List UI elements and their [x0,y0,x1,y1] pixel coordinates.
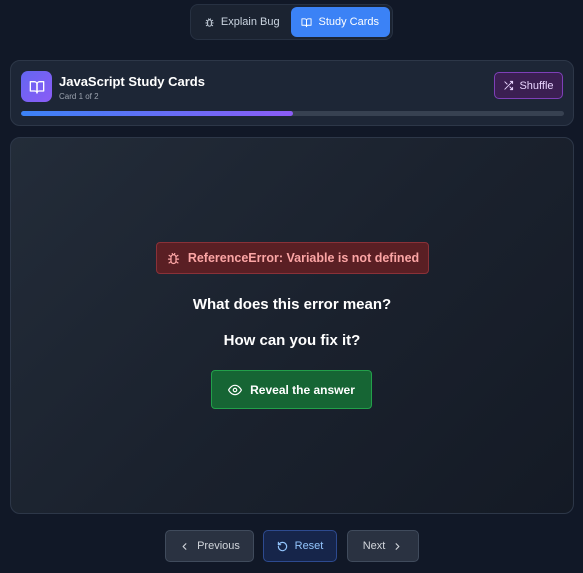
previous-button[interactable]: Previous [165,530,254,562]
question-line-1: What does this error mean? [192,296,392,313]
tab-explain-bug[interactable]: Explain Bug [193,7,291,37]
reveal-answer-button[interactable]: Reveal the answer [211,370,372,409]
shuffle-button[interactable]: Shuffle [494,72,563,99]
chevron-left-icon [182,542,187,550]
next-button[interactable]: Next [347,530,419,562]
error-text: ReferenceError: Variable is not defined [187,251,420,265]
progress-fill [21,111,293,116]
deck-header: JavaScript Study Cards Card 1 of 2 Shuff… [10,60,574,126]
book-open-icon [301,17,313,27]
bug-icon [205,17,214,27]
shuffle-icon [504,80,514,91]
eye-icon [228,384,243,395]
reset-button[interactable]: Reset [263,530,337,562]
page-title: JavaScript Study Cards [59,74,205,89]
flashcard[interactable]: ReferenceError: Variable is not defined … [10,137,574,514]
previous-label: Previous [197,540,240,552]
bug-icon [167,252,179,264]
app-icon [21,71,52,102]
tab-explain-bug-label: Explain Bug [220,16,280,28]
error-badge: ReferenceError: Variable is not defined [156,242,429,274]
rotate-ccw-icon [277,541,287,551]
question-line-2: How can you fix it? [223,332,361,349]
mode-switcher: Explain Bug Study Cards [190,4,393,40]
reset-label: Reset [294,540,324,552]
next-label: Next [362,540,386,552]
chevron-right-icon [395,542,400,550]
book-open-icon [29,80,44,94]
card-counter: Card 1 of 2 [59,92,99,101]
tab-study-cards[interactable]: Study Cards [290,7,390,37]
tab-study-cards-label: Study Cards [318,16,380,28]
progress-bar [21,111,564,116]
shuffle-label: Shuffle [519,79,554,92]
reveal-answer-label: Reveal the answer [250,382,355,397]
